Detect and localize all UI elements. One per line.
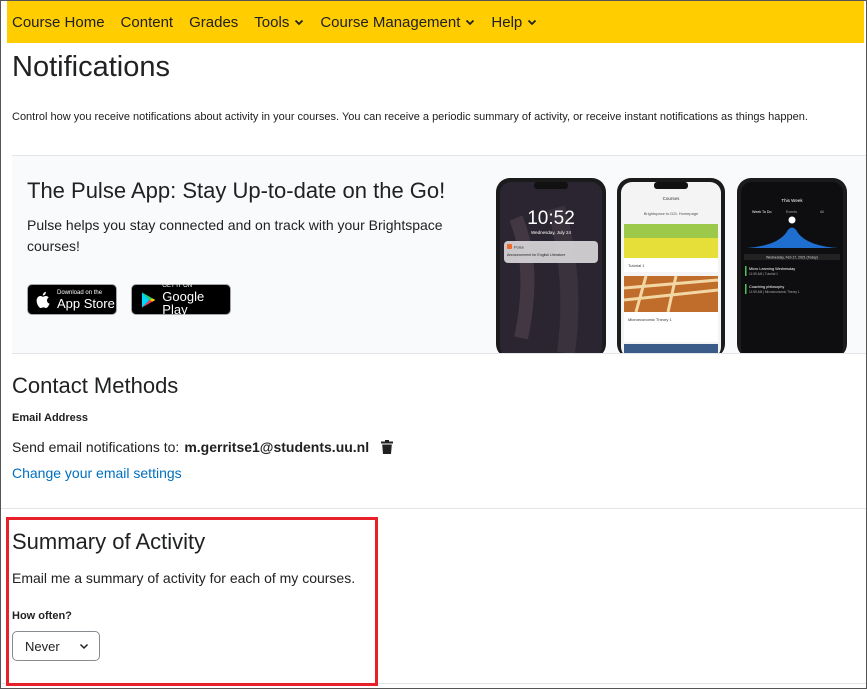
nav-tools[interactable]: Tools xyxy=(254,14,304,31)
pulse-title: The Pulse App: Stay Up-to-date on the Go… xyxy=(27,178,446,203)
phone1-notif-app: Pulse xyxy=(514,245,525,250)
nav-help[interactable]: Help xyxy=(491,14,537,31)
phone3-item2: Coaching philosophy xyxy=(749,285,784,289)
google-play-icon xyxy=(141,291,156,308)
phone3-tab-2: Events xyxy=(786,210,797,214)
email-address-label: Email Address xyxy=(12,412,89,424)
pulse-app-panel: The Pulse App: Stay Up-to-date on the Go… xyxy=(12,155,866,354)
phone2-card1: Tutorial 1 xyxy=(628,263,645,268)
chevron-down-icon xyxy=(466,19,475,26)
send-prefix: Send email notifications to: xyxy=(12,439,180,455)
pulse-phones-illustration: 10:52 Wednesday, July 24 Pulse Announcem… xyxy=(496,178,847,353)
phone3-item2-sub: 11:59 AM | Microeconomic Theory 1 xyxy=(749,290,800,294)
nav-content[interactable]: Content xyxy=(121,14,174,31)
contact-methods-title: Contact Methods xyxy=(12,373,179,398)
divider xyxy=(1,508,866,509)
phone3-item1-sub: 11:59 AM | Tutorial 1 xyxy=(749,272,778,276)
nav-course-home[interactable]: Course Home xyxy=(12,14,105,31)
nav-grades[interactable]: Grades xyxy=(189,14,238,31)
summary-highlight-box xyxy=(6,517,378,686)
app-store-button[interactable]: Download on the App Store xyxy=(27,284,117,315)
phone1-time: 10:52 xyxy=(527,208,575,229)
phone1-date: Wednesday, July 24 xyxy=(531,230,572,235)
chevron-down-icon xyxy=(528,19,537,26)
chevron-down-icon xyxy=(295,19,304,26)
email-value: m.gerritse1@students.uu.nl xyxy=(184,439,370,455)
google-play-button[interactable]: GET IT ON Google Play xyxy=(131,283,231,316)
phone3-tab-3: All xyxy=(820,210,824,214)
apple-icon xyxy=(36,291,50,308)
phone2-sub: Brightspace to D2L Homepage xyxy=(644,211,699,216)
trash-icon[interactable] xyxy=(381,440,394,454)
change-email-settings-link[interactable]: Change your email settings xyxy=(12,465,182,481)
page-frame: Course Home Content Grades Tools Course … xyxy=(0,0,867,689)
phone3-item1: Micro Learning Wednesday xyxy=(749,267,795,271)
page-title: Notifications xyxy=(12,51,170,83)
phone3-tab-1: Week To Do xyxy=(752,210,771,214)
phone2-card2: Microeconomic Theory 1 xyxy=(628,317,672,322)
phone3-header: This Week xyxy=(781,198,803,203)
nav-course-management[interactable]: Course Management xyxy=(320,14,475,31)
phone2-header: Courses xyxy=(663,196,681,201)
phone3-date: Wednesday, Feb 17, 2021 (Today) xyxy=(766,256,818,260)
phone1-notif-text: Announcement for English Literature xyxy=(507,253,565,257)
pulse-description: Pulse helps you stay connected and on tr… xyxy=(27,217,443,254)
page-intro: Control how you receive notifications ab… xyxy=(12,111,808,123)
email-line: Send email notifications to: m.gerritse1… xyxy=(12,439,394,455)
course-navbar: Course Home Content Grades Tools Course … xyxy=(7,1,864,43)
